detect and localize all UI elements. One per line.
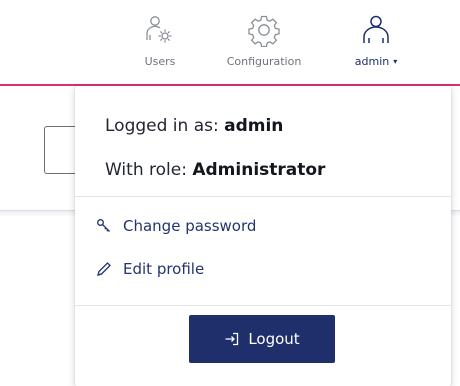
nav-users[interactable]: Users <box>135 12 185 68</box>
logged-in-info: Logged in as: admin <box>105 116 283 136</box>
role-value: Administrator <box>192 160 326 180</box>
change-password-label: Change password <box>123 217 257 235</box>
change-password-link[interactable]: Change password <box>95 217 256 235</box>
admin-username: admin <box>354 55 390 68</box>
users-gear-icon <box>143 12 177 48</box>
nav-configuration[interactable]: Configuration <box>217 12 311 68</box>
nav-users-label: Users <box>144 55 176 68</box>
chevron-down-icon: ▾ <box>393 57 398 66</box>
dropdown-divider <box>75 305 451 306</box>
logged-in-prefix: Logged in as: <box>105 116 225 136</box>
logout-label: Logout <box>248 330 300 348</box>
edit-profile-link[interactable]: Edit profile <box>95 260 204 278</box>
edit-profile-label: Edit profile <box>123 260 205 278</box>
role-prefix: With role: <box>105 160 193 180</box>
key-icon <box>95 217 113 235</box>
role-info: With role: Administrator <box>105 160 325 180</box>
nav-configuration-label: Configuration <box>226 55 302 68</box>
top-navigation: Users Configuration admin ▾ <box>0 0 460 84</box>
logged-in-username: admin <box>224 116 284 136</box>
logout-button[interactable]: Logout <box>189 315 335 363</box>
gear-icon <box>247 12 281 48</box>
pencil-icon <box>95 260 113 278</box>
nav-admin-menu[interactable]: admin ▾ <box>345 12 407 68</box>
nav-admin-label: admin ▾ <box>355 55 397 68</box>
user-dropdown-menu: Logged in as: admin With role: Administr… <box>75 86 451 386</box>
logout-icon <box>224 331 240 347</box>
user-icon <box>359 12 393 48</box>
dropdown-divider <box>75 196 451 197</box>
